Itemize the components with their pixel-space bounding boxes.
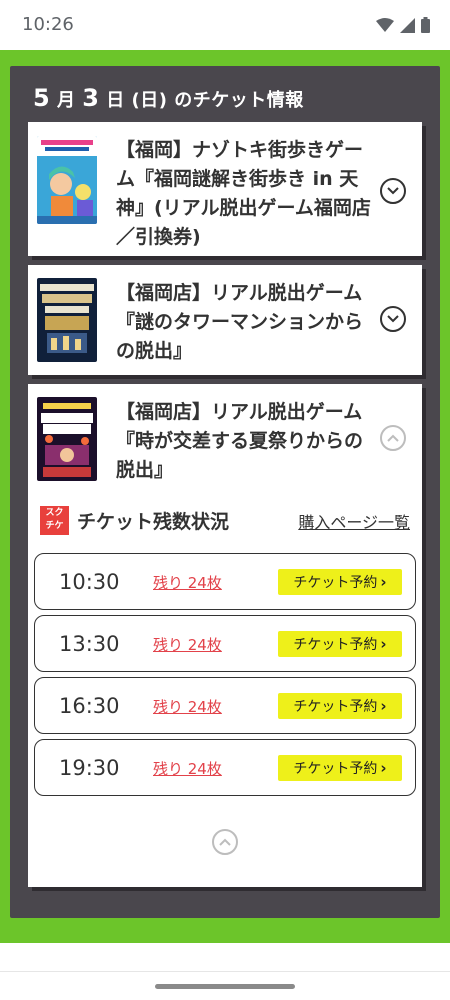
chevron-right-icon: › [380,573,387,591]
collapse-bottom-button[interactable] [212,829,238,855]
remaining-header: スク チケ チケット残数状況 購入ページ一覧 [40,505,410,535]
time-slot: 13:30 残り 24枚 チケット予約 › [34,615,416,672]
slot-time: 16:30 [59,694,120,718]
remaining-count-link[interactable]: 残り 24枚 [153,758,222,779]
event-card[interactable]: 【福岡店】リアル脱出ゲーム『謎のタワーマンションからの脱出』 [28,265,422,375]
reserve-button[interactable]: チケット予約 › [278,755,402,781]
nav-divider [0,971,450,972]
remaining-count-link[interactable]: 残り 24枚 [153,572,222,593]
status-icons [376,17,430,33]
slot-time: 19:30 [59,756,120,780]
event-title: 【福岡】ナゾトキ街歩きゲーム『福岡謎解き街歩き in 天神』(リアル脱出ゲーム福… [116,139,371,248]
sukuchike-logo: スク チケ [40,506,69,535]
reserve-button[interactable]: チケット予約 › [278,631,402,657]
purchase-pages-link[interactable]: 購入ページ一覧 [298,509,410,533]
time-slot: 16:30 残り 24枚 チケット予約 › [34,677,416,734]
slot-time: 10:30 [59,570,120,594]
wifi-icon [376,18,394,32]
page-title: 5 月 3 日 (日) のチケット情報 [33,84,304,112]
event-thumbnail [37,397,97,481]
battery-icon [421,17,430,33]
event-thumbnail [37,136,97,224]
remaining-title: チケット残数状況 [77,511,230,533]
chevron-right-icon: › [380,635,387,653]
event-title: 【福岡店】リアル脱出ゲーム『時が交差する夏祭りからの脱出』 [116,401,364,481]
chevron-down-icon [387,315,399,323]
expand-button[interactable] [380,178,406,204]
remaining-count-link[interactable]: 残り 24枚 [153,696,222,717]
expand-button[interactable] [380,306,406,332]
remaining-count-link[interactable]: 残り 24枚 [153,634,222,655]
time-slot: 10:30 残り 24枚 チケット予約 › [34,553,416,610]
event-thumbnail [37,278,97,362]
status-time: 10:26 [22,14,74,35]
slot-time: 13:30 [59,632,120,656]
chevron-right-icon: › [380,697,387,715]
event-title: 【福岡店】リアル脱出ゲーム『謎のタワーマンションからの脱出』 [116,282,364,362]
home-indicator[interactable] [155,984,295,989]
collapse-button[interactable] [380,425,406,451]
reserve-button[interactable]: チケット予約 › [278,569,402,595]
chevron-up-icon [387,434,399,442]
signal-icon [400,17,415,33]
chevron-down-icon [387,187,399,195]
time-slot: 19:30 残り 24枚 チケット予約 › [34,739,416,796]
chevron-right-icon: › [380,759,387,777]
status-bar: 10:26 [0,0,450,50]
chevron-up-icon [219,838,231,846]
reserve-button[interactable]: チケット予約 › [278,693,402,719]
event-card[interactable]: 【福岡】ナゾトキ街歩きゲーム『福岡謎解き街歩き in 天神』(リアル脱出ゲーム福… [28,122,422,256]
